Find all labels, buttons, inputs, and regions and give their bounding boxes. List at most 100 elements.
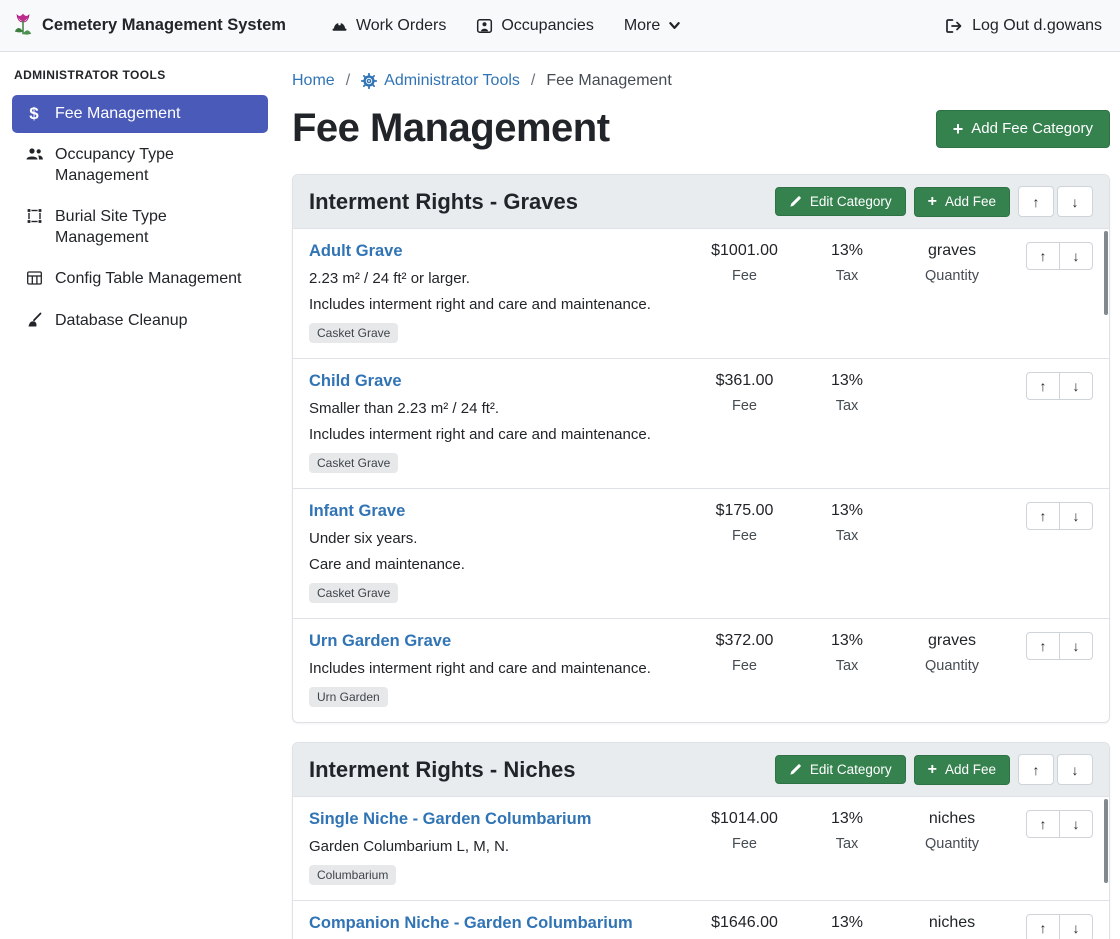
move-fee-up-button[interactable]: ↑ <box>1026 632 1060 660</box>
tax-value: 13% <box>797 372 897 390</box>
plus-icon: + <box>928 194 937 210</box>
category-header: Interment Rights - Graves Edit Category … <box>293 175 1109 229</box>
quantity-label: Quantity <box>897 658 1007 674</box>
fee-row: Single Niche - Garden Columbarium Garden… <box>293 797 1109 900</box>
fee-reorder-group: ↑ ↓ <box>1026 372 1093 400</box>
brand-link[interactable]: Cemetery Management System <box>12 12 286 40</box>
fee-col: $175.00 Fee <box>692 502 797 603</box>
fee-name-link[interactable]: Adult Grave <box>309 242 403 261</box>
arrow-down-icon: ↓ <box>1072 194 1079 210</box>
sidebar-item-database-cleanup[interactable]: Database Cleanup <box>12 302 268 340</box>
move-fee-down-button[interactable]: ↓ <box>1059 810 1093 838</box>
fee-row-actions: ↑ ↓ <box>1007 502 1093 603</box>
move-fee-up-button[interactable]: ↑ <box>1026 242 1060 270</box>
quantity-value: niches <box>897 810 1007 828</box>
fee-name-link[interactable]: Urn Garden Grave <box>309 632 451 651</box>
title-row: Fee Management + Add Fee Category <box>292 106 1110 151</box>
fee-reorder-group: ↑ ↓ <box>1026 810 1093 838</box>
brand-title: Cemetery Management System <box>42 16 286 35</box>
nav-item-label: More <box>624 17 660 35</box>
move-fee-down-button[interactable]: ↓ <box>1059 242 1093 270</box>
hard-hat-icon <box>331 18 348 34</box>
fee-description-2: Care and maintenance. <box>309 556 684 573</box>
scrollbar-thumb[interactable] <box>1104 231 1108 315</box>
logout-link[interactable]: Log Out d.gowans <box>945 17 1102 35</box>
fee-row-actions: ↑ ↓ <box>1007 810 1093 885</box>
category-card: Interment Rights - Graves Edit Category … <box>292 174 1110 723</box>
nav-item-more[interactable]: More <box>609 0 696 52</box>
sidebar-item-occupancy-type[interactable]: Occupancy Type Management <box>12 136 268 195</box>
fee-label: Fee <box>692 836 797 852</box>
add-fee-button[interactable]: + Add Fee <box>914 755 1010 785</box>
move-fee-down-button[interactable]: ↓ <box>1059 372 1093 400</box>
tax-label: Tax <box>797 398 897 414</box>
move-category-up-button[interactable]: ↑ <box>1018 754 1054 785</box>
tax-value: 13% <box>797 810 897 828</box>
fee-main: Companion Niche - Garden Columbarium Gar… <box>309 914 692 939</box>
fee-name-link[interactable]: Infant Grave <box>309 502 405 521</box>
fee-col: $372.00 Fee <box>692 632 797 707</box>
edit-category-label: Edit Category <box>810 194 892 209</box>
add-fee-category-button[interactable]: + Add Fee Category <box>936 110 1110 148</box>
edit-category-button[interactable]: Edit Category <box>775 755 906 784</box>
quantity-col: graves Quantity <box>897 242 1007 343</box>
move-fee-up-button[interactable]: ↑ <box>1026 810 1060 838</box>
move-fee-down-button[interactable]: ↓ <box>1059 632 1093 660</box>
arrow-up-icon: ↑ <box>1033 194 1040 210</box>
edit-category-button[interactable]: Edit Category <box>775 187 906 216</box>
tulip-logo-icon <box>12 12 34 40</box>
fee-amount: $361.00 <box>692 372 797 390</box>
add-fee-button[interactable]: + Add Fee <box>914 187 1010 217</box>
move-fee-down-button[interactable]: ↓ <box>1059 502 1093 530</box>
fee-description-1: Garden Columbarium L, M, N. <box>309 838 684 855</box>
category-list: Interment Rights - Graves Edit Category … <box>292 174 1110 939</box>
fee-row-actions: ↑ ↓ <box>1007 632 1093 707</box>
fee-badge: Columbarium <box>309 865 396 885</box>
move-fee-up-button[interactable]: ↑ <box>1026 372 1060 400</box>
arrow-up-icon: ↑ <box>1040 508 1047 524</box>
arrow-down-icon: ↓ <box>1073 920 1080 936</box>
breadcrumb-admin-tools-link[interactable]: Administrator Tools <box>361 72 520 90</box>
move-fee-up-button[interactable]: ↑ <box>1026 502 1060 530</box>
scrollbar-thumb[interactable] <box>1104 799 1108 883</box>
fee-name-link[interactable]: Companion Niche - Garden Columbarium <box>309 914 633 933</box>
sidebar-item-label: Burial Site Type Management <box>55 207 256 248</box>
fee-amount: $372.00 <box>692 632 797 650</box>
tax-label: Tax <box>797 836 897 852</box>
arrow-down-icon: ↓ <box>1073 816 1080 832</box>
nav-item-occupancies[interactable]: Occupancies <box>461 0 609 52</box>
move-fee-down-button[interactable]: ↓ <box>1059 914 1093 939</box>
fee-row: Companion Niche - Garden Columbarium Gar… <box>293 900 1109 939</box>
category-reorder-group: ↑ ↓ <box>1018 186 1093 217</box>
edit-category-label: Edit Category <box>810 762 892 777</box>
fee-name-link[interactable]: Single Niche - Garden Columbarium <box>309 810 591 829</box>
sidebar-item-fee-management[interactable]: $ Fee Management <box>12 95 268 133</box>
logout-label: Log Out d.gowans <box>972 17 1102 35</box>
fee-main: Infant Grave Under six years. Care and m… <box>309 502 692 603</box>
move-category-down-button[interactable]: ↓ <box>1057 186 1093 217</box>
move-category-down-button[interactable]: ↓ <box>1057 754 1093 785</box>
fee-row-actions: ↑ ↓ <box>1007 372 1093 473</box>
fee-main: Child Grave Smaller than 2.23 m² / 24 ft… <box>309 372 692 473</box>
tax-label: Tax <box>797 658 897 674</box>
sidebar-item-burial-site-type[interactable]: Burial Site Type Management <box>12 198 268 257</box>
fee-name-link[interactable]: Child Grave <box>309 372 402 391</box>
move-category-up-button[interactable]: ↑ <box>1018 186 1054 217</box>
sidebar-heading: ADMINISTRATOR TOOLS <box>14 68 266 82</box>
arrow-down-icon: ↓ <box>1073 248 1080 264</box>
sidebar: ADMINISTRATOR TOOLS $ Fee Management Occ… <box>0 52 280 343</box>
fee-label: Fee <box>692 268 797 284</box>
arrow-up-icon: ↑ <box>1040 248 1047 264</box>
nav-item-work-orders[interactable]: Work Orders <box>316 0 461 52</box>
move-fee-up-button[interactable]: ↑ <box>1026 914 1060 939</box>
chevron-down-icon <box>668 19 681 32</box>
main-content: Home / <box>280 52 1120 939</box>
arrow-up-icon: ↑ <box>1040 378 1047 394</box>
tax-label: Tax <box>797 268 897 284</box>
quantity-value: graves <box>897 242 1007 260</box>
tax-col: 13% Tax <box>797 242 897 343</box>
arrow-down-icon: ↓ <box>1073 378 1080 394</box>
sidebar-item-config-table[interactable]: Config Table Management <box>12 260 268 298</box>
fee-reorder-group: ↑ ↓ <box>1026 242 1093 270</box>
breadcrumb-home-link[interactable]: Home <box>292 72 335 90</box>
